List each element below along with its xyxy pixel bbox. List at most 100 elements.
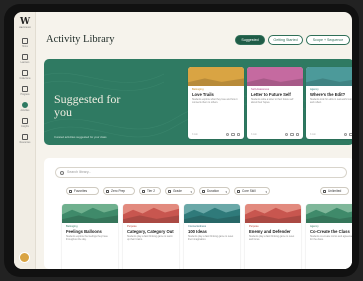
filter-label: Zero Prep: [111, 189, 126, 193]
card-image: [306, 204, 352, 223]
sidebar-item-label: Insights: [21, 125, 29, 128]
star-icon: [69, 189, 72, 193]
sidebar-item-collections[interactable]: Collections: [15, 70, 35, 80]
filter-label: Tier 2: [147, 189, 156, 193]
activity-card[interactable]: Agency Co-Create the Class Students co-cre…: [306, 204, 352, 269]
card-title: Enemy and Defender: [249, 229, 291, 234]
target-icon: [237, 189, 240, 193]
book-icon: [22, 134, 28, 140]
heart-icon[interactable]: [284, 132, 288, 136]
chevron-down-icon: ▾: [190, 190, 192, 194]
share-icon[interactable]: [236, 132, 240, 136]
filter-core-skill[interactable]: Core Skill ▾: [234, 187, 270, 195]
bookmark-icon[interactable]: [231, 132, 235, 136]
hero-subtitle: Curated activities suggested for your cl…: [54, 135, 107, 139]
card-category: Connectedness: [188, 225, 207, 228]
card-category: Agency: [310, 225, 319, 228]
card-description: Students explore the feelings they have …: [66, 235, 108, 242]
chevron-down-icon: ▾: [265, 190, 267, 194]
sidebar-item-label: Collections: [19, 77, 31, 80]
filter-label: Favorites: [74, 189, 88, 193]
chevron-down-icon: ▾: [225, 190, 227, 194]
sidebar-item-label: Resources: [19, 141, 31, 144]
card-title: Love Trails: [192, 92, 214, 97]
card-duration: 3 min: [192, 133, 198, 136]
card-title: Letter to Future Self: [251, 92, 291, 97]
activity-card[interactable]: Purpose Category, Category Out Students pl…: [123, 204, 179, 269]
search-input[interactable]: Search library...: [67, 168, 91, 177]
sidebar-item-label: Activities: [20, 109, 30, 112]
card-actions: [225, 132, 240, 136]
search-bar[interactable]: Search library...: [55, 167, 347, 178]
activity-card[interactable]: Belonging Feelings Balloons Students explo…: [62, 204, 118, 269]
heart-icon[interactable]: [343, 132, 347, 136]
filter-tier-2[interactable]: Tier 2: [139, 187, 161, 195]
bookmark-icon[interactable]: [290, 132, 294, 136]
activity-card[interactable]: Self-Awareness Letter to Future Self Stude…: [247, 67, 303, 139]
compass-icon: [22, 102, 28, 108]
bookmark-icon[interactable]: [349, 132, 352, 136]
sidebar-item-activities[interactable]: Activities: [15, 102, 35, 112]
activity-card[interactable]: Agency Where's the Edit? Students look for…: [306, 67, 352, 139]
logo[interactable]: W: [18, 17, 32, 27]
heart-icon[interactable]: [225, 132, 229, 136]
sidebar-item-home[interactable]: Home: [15, 38, 35, 48]
card-actions: [343, 132, 352, 136]
sidebar-item-label: Learners: [20, 61, 30, 64]
activity-card[interactable]: Purpose Enemy and Defender Students play a…: [245, 204, 301, 269]
card-description: Students co-create norms and agreements …: [310, 235, 352, 242]
card-description: Students play a fast thinking game to re…: [188, 235, 234, 242]
card-category: Purpose: [127, 225, 137, 228]
card-description: Students look for edits in real-world co…: [310, 98, 352, 105]
card-title: 100 Ideas: [188, 229, 207, 234]
chart-icon: [22, 86, 28, 92]
share-icon[interactable]: [295, 132, 299, 136]
card-actions: [284, 132, 299, 136]
filter-unlimited[interactable]: Unlimited: [320, 187, 349, 195]
sidebar-item-insights[interactable]: Insights: [15, 118, 35, 128]
card-category: Belonging: [66, 225, 78, 228]
tab-suggested[interactable]: Suggested: [235, 35, 265, 45]
filter-duration[interactable]: Duration ▾: [199, 187, 230, 195]
filter-zero-prep[interactable]: Zero Prep: [103, 187, 135, 195]
search-icon: [60, 170, 64, 175]
card-category: Self-Awareness: [251, 88, 270, 91]
tab-getting-started[interactable]: Getting Started: [268, 35, 303, 45]
card-image: [62, 204, 118, 223]
sidebar-item-resources[interactable]: Resources: [15, 134, 35, 144]
bulb-icon: [22, 118, 28, 124]
activity-card[interactable]: Belonging Love Trails Students explore wha…: [188, 67, 244, 139]
card-description: Students play a fast thinking game to re…: [249, 235, 295, 242]
clock-icon: [202, 189, 205, 193]
card-image: [123, 204, 179, 223]
card-image: [247, 67, 303, 86]
card-duration: 3 min: [310, 133, 316, 136]
card-image: [245, 204, 301, 223]
card-duration: 3 min: [251, 133, 257, 136]
filter-label: Duration: [207, 189, 220, 193]
card-image: [306, 67, 352, 86]
sidebar-item-progress[interactable]: Progress: [15, 86, 35, 96]
card-title: Co-Create the Class: [310, 229, 350, 234]
card-category: Belonging: [192, 88, 204, 91]
infinity-icon: [323, 189, 326, 193]
filter-label: Core Skill: [242, 189, 256, 193]
avatar[interactable]: [19, 252, 30, 263]
card-description: Students write a letter to their future …: [251, 98, 294, 105]
activity-card[interactable]: Connectedness 100 Ideas Students play a fa…: [184, 204, 240, 269]
logo-subtitle: WAYFINDER: [19, 27, 31, 29]
card-description: Students play a fast thinking game to wa…: [127, 235, 173, 242]
home-icon: [22, 38, 28, 44]
card-title: Category, Category Out: [127, 229, 174, 234]
filter-label: Grade: [173, 189, 182, 193]
filter-favorites[interactable]: Favorites: [66, 187, 99, 195]
card-image: [184, 204, 240, 223]
filter-grade[interactable]: Grade ▾: [165, 187, 195, 195]
hero-title: Suggested for you: [54, 92, 121, 119]
bolt-icon: [106, 189, 109, 193]
tab-scope-sequence[interactable]: Scope + Sequence: [306, 35, 350, 45]
filter-label: Unlimited: [328, 189, 342, 193]
app-screen: W WAYFINDER Home Learners Collections Pr…: [14, 12, 352, 269]
sidebar-item-learners[interactable]: Learners: [15, 54, 35, 64]
page-title: Activity Library: [46, 34, 115, 45]
